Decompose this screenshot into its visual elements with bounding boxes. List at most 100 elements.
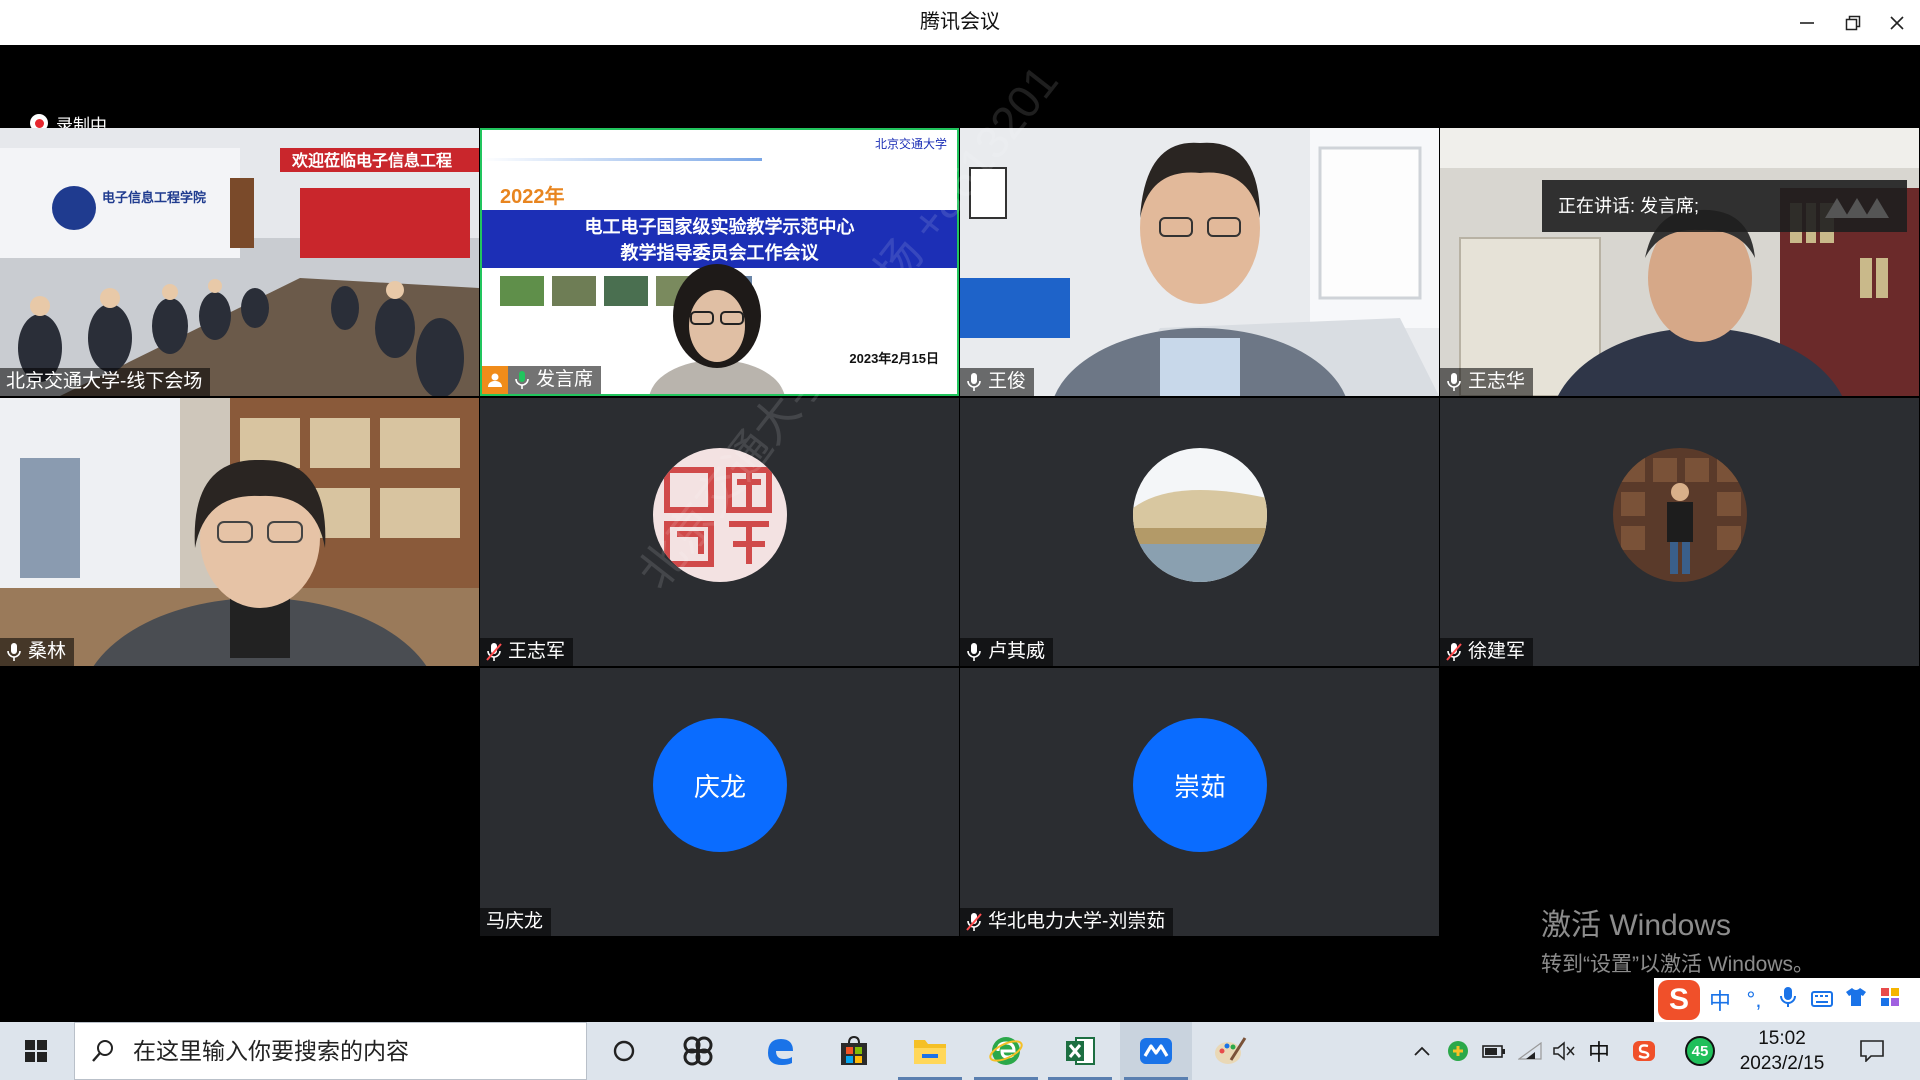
video-tile-lu-qiwei[interactable]: 卢其威 xyxy=(960,398,1439,666)
video-tile-offline-venue[interactable]: 电子信息工程学院 欢迎莅临电子信息工程 北京交通大学-线下会场 xyxy=(0,128,479,396)
title-bar: 腾讯会议 xyxy=(0,0,1920,45)
tray-volume[interactable] xyxy=(1550,1022,1578,1080)
taskbar-app-tencent-meeting[interactable] xyxy=(1120,1022,1192,1080)
taskbar-app-edge[interactable] xyxy=(744,1022,816,1080)
keyboard-icon xyxy=(1811,991,1833,1007)
participant-name: 徐建军 xyxy=(1468,641,1526,662)
university-logo: 北京交通大学 xyxy=(874,137,947,151)
task-view-button[interactable] xyxy=(588,1022,660,1080)
avatar xyxy=(1613,448,1747,582)
ime-punctuation[interactable]: °, xyxy=(1740,987,1768,1013)
participant-name-tag: 发言席 xyxy=(482,366,602,394)
participant-name: 王志军 xyxy=(508,641,566,662)
taskbar-app-explorer[interactable] xyxy=(894,1022,966,1080)
search-input[interactable] xyxy=(131,1036,575,1066)
video-tile-wang-jun[interactable]: 王俊 xyxy=(960,128,1439,396)
taskbar-clock[interactable]: 15:02 2023/2/15 xyxy=(1722,1026,1842,1076)
video-tile-wang-zhijun[interactable]: 王志军 xyxy=(480,398,959,666)
video-tile-ma-qinglong[interactable]: 庆龙 马庆龙 xyxy=(480,668,959,936)
participant-video xyxy=(960,128,1439,396)
participant-name-tag: 华北电力大学-刘崇茹 xyxy=(960,908,1174,936)
conference-room-video: 电子信息工程学院 欢迎莅临电子信息工程 xyxy=(0,128,479,396)
participant-name-tag: 徐建军 xyxy=(1440,638,1534,666)
mic-muted-icon xyxy=(486,643,502,661)
slide-headline: 电工电子国家级实验教学示范中心 教学指导委员会工作会议 xyxy=(584,217,855,263)
participant-name-tag: 王俊 xyxy=(960,368,1035,396)
edge-icon xyxy=(768,1039,793,1065)
restore-icon xyxy=(1845,15,1861,30)
mic-icon xyxy=(7,643,21,661)
close-button[interactable] xyxy=(1874,0,1920,45)
participant-video xyxy=(1440,128,1919,396)
sogou-tray-icon xyxy=(1633,1041,1655,1061)
ime-tools-button[interactable] xyxy=(1876,987,1904,1013)
avatar xyxy=(653,448,787,582)
participant-name: 王俊 xyxy=(988,371,1027,392)
excel-icon xyxy=(1066,1037,1095,1065)
video-tile-sang-lin[interactable]: 桑林 xyxy=(0,398,479,666)
skin-icon xyxy=(1846,988,1866,1006)
tray-input-language[interactable]: 中 xyxy=(1584,1022,1614,1080)
tray-overflow-button[interactable] xyxy=(1408,1022,1436,1080)
tray-network[interactable] xyxy=(1516,1022,1544,1080)
start-button[interactable] xyxy=(0,1022,72,1080)
window-title: 腾讯会议 xyxy=(920,11,1000,33)
close-icon xyxy=(1890,15,1904,30)
room-banner-text: 欢迎莅临电子信息工程 xyxy=(291,151,452,170)
tray-sogou[interactable] xyxy=(1630,1022,1658,1080)
landscape-avatar-image xyxy=(1133,448,1267,582)
participant-name-tag: 王志军 xyxy=(480,638,574,666)
taskbar: 中 45 15:02 2023/2/15 xyxy=(0,1022,1920,1080)
taskbar-app-paint[interactable] xyxy=(1194,1022,1266,1080)
cortana-icon xyxy=(613,1040,635,1062)
tools-icon xyxy=(1881,988,1899,1006)
taskbar-search[interactable] xyxy=(74,1022,587,1080)
participant-name: 马庆龙 xyxy=(486,911,544,932)
video-tile-speaker-desk[interactable]: 北京交通大学 2022年 电工电子国家级实验教学示范中心 教学指导委员会工作会议… xyxy=(480,128,959,396)
avatar: 崇茹 xyxy=(1133,718,1267,852)
clock-time: 15:02 xyxy=(1758,1028,1806,1049)
taskbar-app-snip[interactable] xyxy=(662,1022,734,1080)
video-tile-liu-chongru[interactable]: 崇茹 华北电力大学-刘崇茹 xyxy=(960,668,1439,936)
sogou-ime-icon[interactable]: S xyxy=(1658,980,1700,1020)
tray-security-badge[interactable]: 45 xyxy=(1682,1022,1718,1080)
participant-name: 发言席 xyxy=(536,369,594,390)
green-app-icon xyxy=(1448,1041,1468,1061)
restore-button[interactable] xyxy=(1830,0,1876,45)
taskbar-app-store[interactable] xyxy=(818,1022,890,1080)
minimize-icon xyxy=(1800,21,1814,24)
chevron-up-icon xyxy=(1414,1046,1430,1056)
speaking-indicator: 正在讲话: 发言席; xyxy=(1542,180,1907,232)
search-icon xyxy=(92,1040,113,1062)
mic-icon xyxy=(1780,987,1796,1007)
browser-icon xyxy=(989,1037,1023,1065)
ime-chinese-mode[interactable]: 中 xyxy=(1706,984,1734,1016)
room-school-text: 电子信息工程学院 xyxy=(102,190,206,206)
mic-icon xyxy=(967,373,981,391)
store-icon xyxy=(841,1035,867,1065)
mic-active-icon xyxy=(515,371,529,389)
tray-app-icon[interactable] xyxy=(1444,1022,1472,1080)
action-center-button[interactable] xyxy=(1850,1022,1894,1080)
participant-name: 卢其威 xyxy=(988,641,1046,662)
mic-icon xyxy=(967,643,981,661)
taskbar-app-excel[interactable] xyxy=(1044,1022,1116,1080)
tray-battery[interactable] xyxy=(1480,1022,1508,1080)
taskbar-app-ie[interactable] xyxy=(970,1022,1042,1080)
snip-app-icon xyxy=(683,1036,713,1066)
volume-muted-icon xyxy=(1553,1041,1575,1061)
ime-keyboard-button[interactable] xyxy=(1808,987,1836,1013)
minimize-button[interactable] xyxy=(1784,0,1830,45)
notification-icon xyxy=(1860,1040,1884,1062)
ime-skin-button[interactable] xyxy=(1842,987,1870,1013)
participant-name: 桑林 xyxy=(28,641,67,662)
participant-name-tag: 卢其威 xyxy=(960,638,1054,666)
host-icon xyxy=(482,366,508,394)
folder-icon xyxy=(914,1040,946,1064)
paint-icon xyxy=(1215,1037,1247,1064)
video-tile-wang-zhihua[interactable]: 正在讲话: 发言席; 王志华 xyxy=(1440,128,1919,396)
ime-voice-button[interactable] xyxy=(1774,986,1802,1014)
video-tile-xu-jianjun[interactable]: 徐建军 xyxy=(1440,398,1919,666)
photo-avatar-image xyxy=(1613,448,1747,582)
avatar xyxy=(1133,448,1267,582)
